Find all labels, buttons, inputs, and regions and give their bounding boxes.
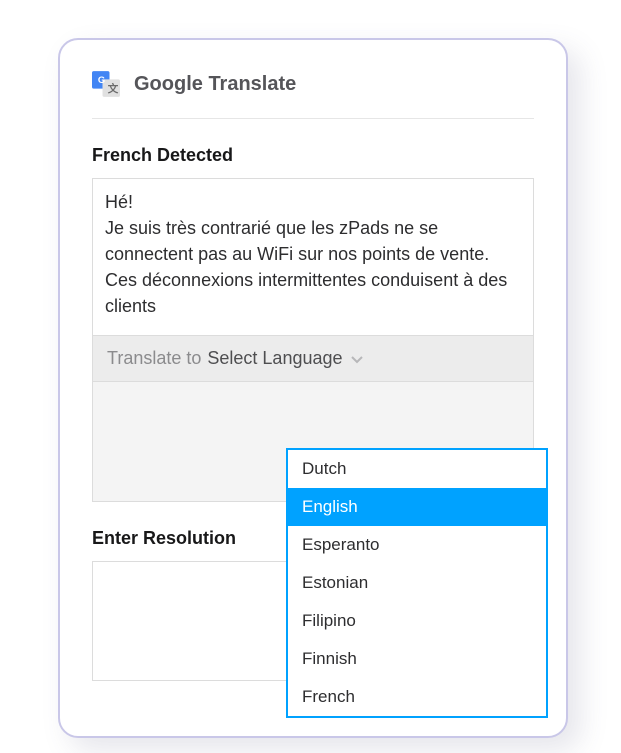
language-option-estonian[interactable]: Estonian xyxy=(288,564,546,602)
translate-to-bar: Translate to Select Language xyxy=(92,336,534,382)
language-option-french[interactable]: French xyxy=(288,678,546,716)
language-option-finnish[interactable]: Finnish xyxy=(288,640,546,678)
google-translate-icon: G 文 xyxy=(92,70,120,98)
translate-to-label: Translate to xyxy=(107,348,201,369)
header: G 文 Google Translate xyxy=(92,70,534,119)
language-option-dutch[interactable]: Dutch xyxy=(288,450,546,488)
header-title: Google Translate xyxy=(134,73,296,96)
language-option-esperanto[interactable]: Esperanto xyxy=(288,526,546,564)
chevron-down-icon[interactable] xyxy=(349,351,365,367)
source-text-box[interactable]: Hé! Je suis très contrarié que les zPads… xyxy=(92,178,534,336)
app-card: G 文 Google Translate French Detected Hé!… xyxy=(58,38,568,738)
source-text: Hé! Je suis très contrarié que les zPads… xyxy=(105,192,512,316)
language-option-english[interactable]: English xyxy=(288,488,546,526)
svg-text:文: 文 xyxy=(107,82,119,95)
svg-text:G: G xyxy=(98,75,105,85)
language-dropdown: DutchEnglishEsperantoEstonianFilipinoFin… xyxy=(286,448,548,718)
detected-language-label: French Detected xyxy=(92,145,534,166)
language-option-filipino[interactable]: Filipino xyxy=(288,602,546,640)
language-select[interactable]: Select Language xyxy=(207,348,342,369)
